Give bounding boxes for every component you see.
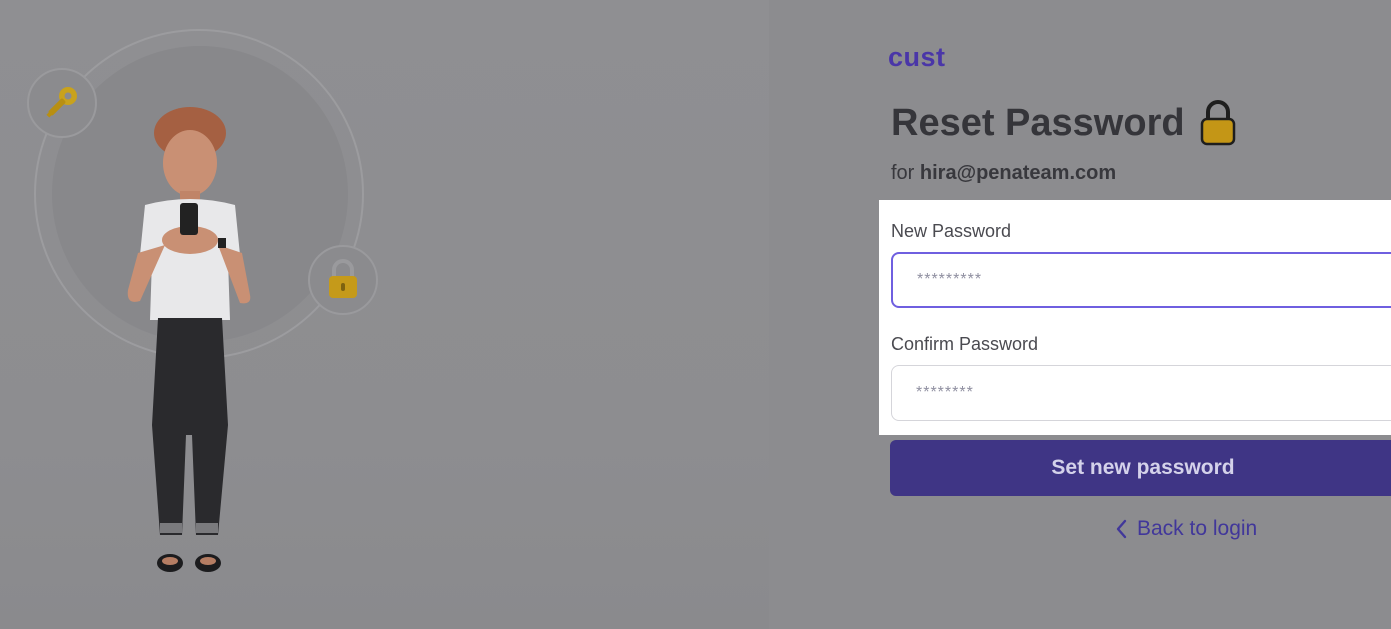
brand-logo: cust — [888, 42, 946, 72]
lock-badge — [308, 245, 378, 315]
page-title: Reset Password — [891, 101, 1185, 144]
confirm-password-label: Confirm Password — [891, 334, 1039, 354]
avatar-illustration — [127, 107, 251, 572]
lock-icon — [1200, 100, 1235, 146]
chevron-left-icon — [1116, 519, 1127, 539]
back-to-login-label: Back to login — [1137, 517, 1258, 540]
password-form-card: New Password Confirm Password — [879, 200, 1391, 435]
user-email: hira@penateam.com — [919, 162, 1117, 184]
key-badge — [27, 68, 97, 138]
page-header: Reset Password — [891, 100, 1237, 146]
set-new-password-button[interactable]: Set new password — [890, 440, 1391, 496]
key-icon — [46, 87, 77, 118]
back-to-login-link[interactable]: Back to login — [1115, 517, 1257, 541]
new-password-input[interactable] — [891, 252, 1391, 308]
padlock-icon — [329, 259, 357, 298]
subtitle: for hira@penateam.com — [891, 162, 1116, 185]
confirm-password-input[interactable] — [891, 365, 1391, 421]
illustration-panel — [0, 0, 769, 629]
new-password-label: New Password — [891, 221, 1012, 241]
subtitle-prefix: for — [891, 162, 915, 184]
